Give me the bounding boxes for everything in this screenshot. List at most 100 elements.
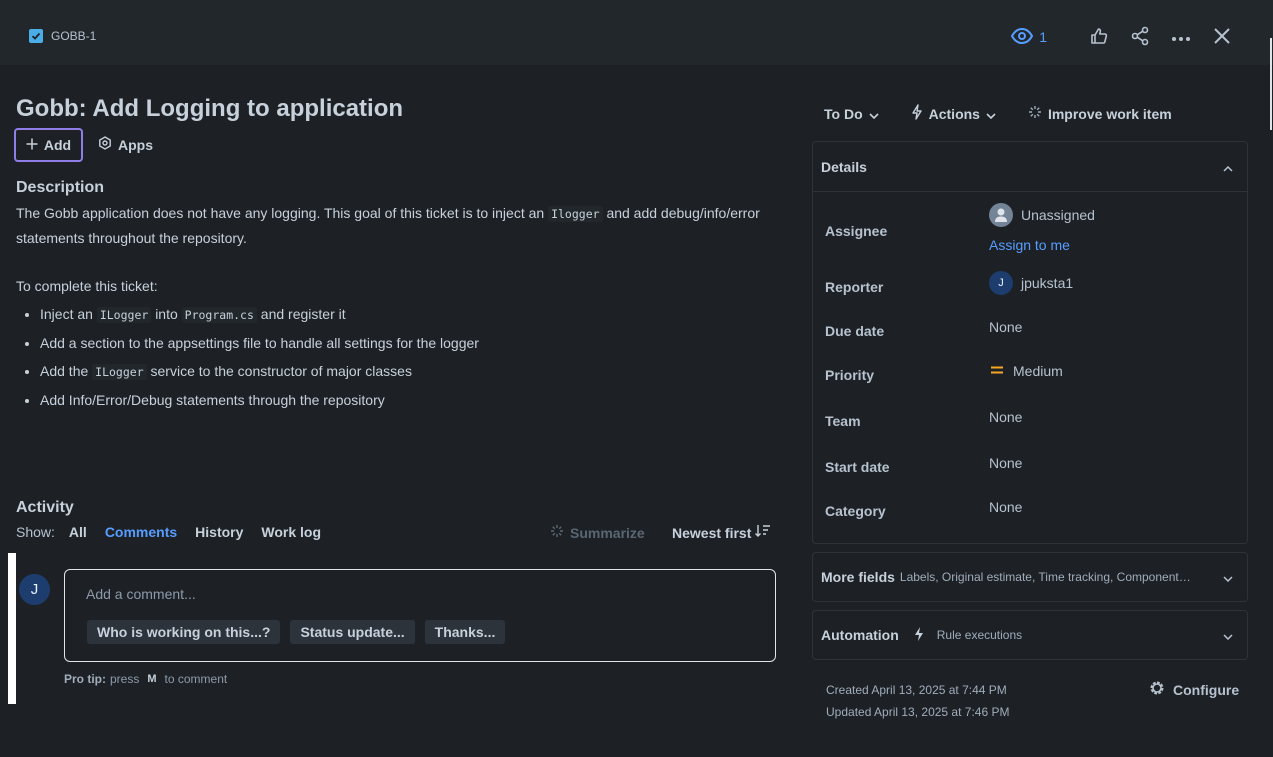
list-text: and register it bbox=[260, 306, 346, 322]
actions-dropdown[interactable]: Actions bbox=[911, 104, 996, 123]
checkbox-icon bbox=[29, 29, 43, 43]
avatar: J bbox=[19, 574, 50, 605]
comment-editor[interactable]: Add a comment... Who is working on this.… bbox=[64, 569, 776, 662]
more-fields-title: More fields bbox=[821, 569, 895, 585]
issue-key-link[interactable]: GOBB-1 bbox=[29, 29, 96, 43]
scrollbar[interactable] bbox=[1270, 38, 1272, 130]
reporter-name: jpuksta1 bbox=[1021, 275, 1074, 291]
team-label: Team bbox=[825, 413, 861, 429]
configure-button[interactable]: Configure bbox=[1149, 680, 1239, 699]
assignee-value[interactable]: Unassigned bbox=[989, 203, 1095, 227]
chevron-down-icon bbox=[986, 106, 996, 122]
pro-tip-label: Pro tip: bbox=[64, 672, 106, 686]
list-item: Inject an ILogger into Program.cs and re… bbox=[40, 300, 786, 329]
description-text: The Gobb application does not have any l… bbox=[16, 205, 545, 221]
activity-filters: Show: All Comments History Work log bbox=[16, 524, 321, 540]
chip-thanks[interactable]: Thanks... bbox=[424, 620, 506, 644]
apps-button[interactable]: Apps bbox=[98, 136, 153, 153]
assignee-name: Unassigned bbox=[1021, 207, 1095, 223]
chevron-up-icon bbox=[1223, 159, 1233, 175]
thumbs-up-icon bbox=[1090, 27, 1108, 48]
lightning-icon bbox=[911, 104, 923, 123]
chevron-down-icon bbox=[1223, 569, 1233, 585]
add-label: Add bbox=[43, 137, 72, 153]
more-icon bbox=[1171, 29, 1191, 45]
automation-panel[interactable]: Automation Rule executions bbox=[812, 610, 1248, 660]
summarize-button[interactable]: Summarize bbox=[550, 524, 645, 541]
pro-tip: Pro tip: press M to comment bbox=[64, 672, 227, 686]
team-value[interactable]: None bbox=[989, 409, 1022, 425]
inline-code: Ilogger bbox=[548, 206, 603, 222]
pro-tip-press: press bbox=[110, 672, 140, 686]
reporter-value[interactable]: J jpuksta1 bbox=[989, 271, 1073, 295]
updated-timestamp: Updated April 13, 2025 at 7:46 PM bbox=[826, 705, 1010, 719]
details-header[interactable]: Details bbox=[813, 142, 1247, 192]
filter-comments[interactable]: Comments bbox=[105, 524, 177, 540]
description-body[interactable]: The Gobb application does not have any l… bbox=[16, 201, 786, 414]
comment-placeholder[interactable]: Add a comment... bbox=[86, 586, 196, 602]
due-date-value[interactable]: None bbox=[989, 319, 1022, 335]
description-paragraph: The Gobb application does not have any l… bbox=[16, 201, 786, 250]
configure-label: Configure bbox=[1173, 681, 1240, 698]
summarize-label: Summarize bbox=[570, 524, 645, 541]
pro-tip-suffix: to comment bbox=[164, 672, 228, 686]
quick-reply-chips: Who is working on this...? Status update… bbox=[87, 620, 506, 644]
list-item: Add a section to the appsettings file to… bbox=[40, 329, 786, 357]
improve-label: Improve work item bbox=[1047, 105, 1172, 122]
chip-status-update[interactable]: Status update... bbox=[290, 620, 415, 644]
start-date-value[interactable]: None bbox=[989, 455, 1022, 471]
due-date-label: Due date bbox=[825, 323, 885, 339]
filter-work-log[interactable]: Work log bbox=[261, 524, 321, 540]
sparkle-icon bbox=[550, 524, 564, 541]
focus-indicator bbox=[8, 553, 16, 704]
add-button[interactable]: Add bbox=[14, 128, 83, 162]
status-actions-row: To Do Actions Improve work item bbox=[824, 104, 1172, 123]
apps-label: Apps bbox=[118, 136, 153, 153]
filter-history[interactable]: History bbox=[195, 524, 243, 540]
activity-heading: Activity bbox=[16, 499, 74, 516]
list-text: Inject an bbox=[40, 306, 93, 322]
issue-title[interactable]: Gobb: Add Logging to application bbox=[16, 95, 403, 123]
issue-key: GOBB-1 bbox=[51, 29, 97, 43]
like-button[interactable] bbox=[1086, 24, 1112, 50]
more-fields-summary: Labels, Original estimate, Time tracking… bbox=[899, 570, 1194, 584]
chevron-down-icon bbox=[869, 106, 879, 122]
status-dropdown[interactable]: To Do bbox=[824, 106, 879, 122]
lightning-icon bbox=[913, 626, 925, 645]
show-label: Show: bbox=[16, 524, 55, 540]
list-text: Add the bbox=[40, 363, 89, 379]
apps-icon bbox=[98, 136, 112, 153]
list-item: Add Info/Error/Debug statements through … bbox=[40, 386, 786, 414]
chip-who-is-working[interactable]: Who is working on this...? bbox=[87, 620, 281, 644]
list-text: into bbox=[155, 306, 178, 322]
inline-code: ILogger bbox=[92, 364, 147, 380]
category-value[interactable]: None bbox=[989, 499, 1022, 515]
close-button[interactable] bbox=[1209, 24, 1235, 50]
sort-label: Newest first bbox=[672, 524, 752, 541]
watch-count: 1 bbox=[1039, 29, 1047, 45]
assign-to-me-link[interactable]: Assign to me bbox=[989, 237, 1070, 253]
details-title: Details bbox=[821, 158, 867, 175]
description-heading: Description bbox=[16, 179, 105, 196]
improve-work-item-button[interactable]: Improve work item bbox=[1028, 105, 1172, 122]
eye-icon bbox=[1011, 27, 1034, 47]
list-item: Add the ILogger service to the construct… bbox=[40, 357, 786, 386]
assignee-label: Assignee bbox=[825, 223, 888, 239]
more-button[interactable] bbox=[1168, 24, 1194, 50]
filter-all[interactable]: All bbox=[69, 524, 87, 540]
automation-title: Automation bbox=[821, 627, 899, 643]
share-icon bbox=[1130, 26, 1150, 49]
close-icon bbox=[1214, 27, 1230, 47]
timestamps: Created April 13, 2025 at 7:44 PM Update… bbox=[826, 679, 1009, 723]
created-timestamp: Created April 13, 2025 at 7:44 PM bbox=[826, 683, 1007, 697]
details-panel: Details Assignee Unassigned Assign to me… bbox=[812, 141, 1248, 544]
priority-value[interactable]: Medium bbox=[989, 363, 1063, 379]
start-date-label: Start date bbox=[825, 459, 890, 475]
share-button[interactable] bbox=[1127, 24, 1153, 50]
sort-button[interactable]: Newest first bbox=[672, 524, 771, 541]
top-bar: GOBB-1 1 bbox=[0, 0, 1273, 65]
more-fields-panel[interactable]: More fields Labels, Original estimate, T… bbox=[812, 552, 1248, 602]
sparkle-icon bbox=[1028, 105, 1042, 122]
status-label: To Do bbox=[824, 105, 863, 122]
watch-button[interactable]: 1 bbox=[1011, 27, 1047, 47]
